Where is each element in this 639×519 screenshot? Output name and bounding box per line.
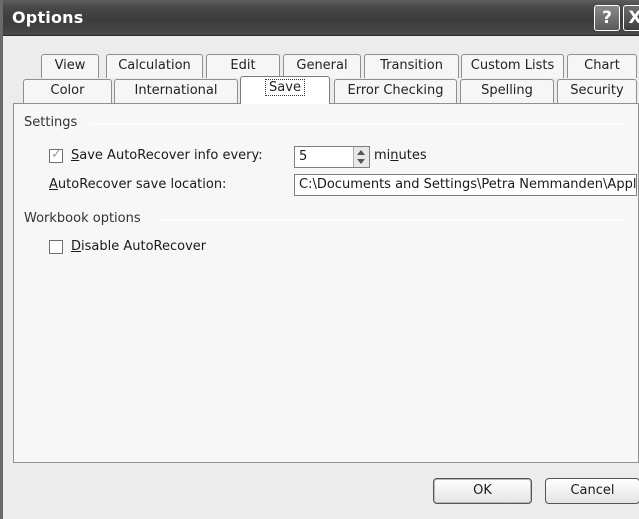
- spin-down-icon[interactable]: [357, 159, 365, 164]
- disable-autorecover-checkbox[interactable]: [49, 240, 63, 254]
- save-tab-panel: Settings ✓ Save AutoRecover info every: …: [13, 103, 639, 463]
- tab-error-checking[interactable]: Error Checking: [334, 79, 457, 103]
- tab-spelling[interactable]: Spelling: [460, 79, 554, 103]
- tab-calculation[interactable]: Calculation: [106, 54, 203, 78]
- workbook-divider: [156, 219, 626, 220]
- tab-international[interactable]: International: [114, 79, 238, 103]
- tab-general[interactable]: General: [283, 54, 361, 78]
- tab-view[interactable]: View: [41, 54, 99, 78]
- tab-transition[interactable]: Transition: [364, 54, 459, 78]
- title-bar[interactable]: Options ? X: [3, 0, 639, 36]
- dialog-footer: OK Cancel: [13, 463, 639, 519]
- options-dialog: Options ? X View Calculation Edit Genera…: [0, 0, 639, 519]
- tab-edit[interactable]: Edit: [206, 54, 280, 78]
- autorecover-checkbox[interactable]: ✓: [49, 147, 63, 163]
- workbook-group-label: Workbook options: [24, 211, 147, 226]
- autorecover-interval-input[interactable]: 5: [294, 146, 370, 168]
- settings-group-label: Settings: [24, 115, 84, 130]
- autorecover-location-input[interactable]: C:\Documents and Settings\Petra Nemmande…: [294, 174, 637, 196]
- tab-custom-lists[interactable]: Custom Lists: [461, 54, 564, 78]
- interval-spinner[interactable]: [353, 147, 369, 167]
- help-icon[interactable]: ?: [594, 5, 620, 31]
- dialog-title: Options: [12, 8, 84, 27]
- checkmark-icon: ✓: [51, 147, 62, 162]
- spin-up-icon[interactable]: [357, 150, 365, 155]
- tab-save-label: Save: [265, 79, 305, 96]
- tab-color[interactable]: Color: [23, 79, 112, 103]
- autorecover-checkbox-label[interactable]: Save AutoRecover info every:: [71, 148, 263, 163]
- autorecover-location-value: C:\Documents and Settings\Petra Nemmande…: [299, 177, 637, 192]
- autorecover-interval-value: 5: [299, 149, 308, 164]
- tab-security[interactable]: Security: [557, 79, 637, 103]
- tab-chart[interactable]: Chart: [567, 54, 637, 78]
- cancel-button[interactable]: Cancel: [545, 478, 639, 504]
- tab-save[interactable]: Save: [240, 76, 330, 104]
- autorecover-location-label: AutoRecover save location:: [49, 177, 227, 192]
- settings-divider: [90, 123, 626, 124]
- close-icon[interactable]: X: [623, 5, 639, 31]
- minutes-label: minutes: [374, 148, 427, 163]
- disable-autorecover-label[interactable]: Disable AutoRecover: [71, 239, 206, 254]
- ok-button[interactable]: OK: [433, 478, 532, 504]
